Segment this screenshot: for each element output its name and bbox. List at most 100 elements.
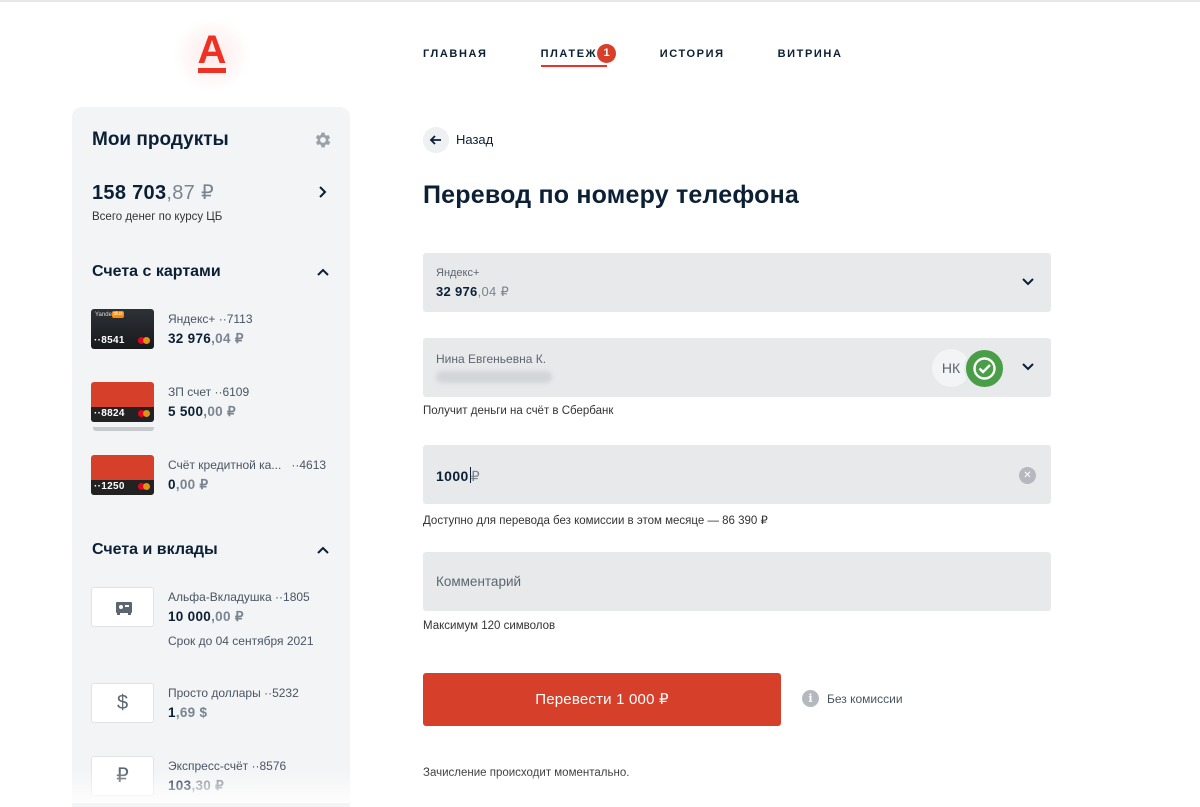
- balance-frac: ,00: [211, 609, 231, 624]
- page-title: Перевод по номеру телефона: [423, 181, 800, 209]
- recipient-phone-masked: [436, 371, 552, 383]
- alfa-logo[interactable]: А: [192, 30, 232, 76]
- card-thumbnail: Yandex plus ··8541: [91, 309, 154, 349]
- mastercard-icon: [138, 410, 150, 417]
- chevron-right-icon[interactable]: [316, 184, 330, 200]
- comment-field[interactable]: Комментарий: [423, 552, 1051, 611]
- chevron-up-icon[interactable]: [316, 266, 330, 278]
- account-suffix: ··1805: [275, 590, 310, 604]
- source-account-balance: 32 976,04 ₽: [436, 284, 509, 300]
- fee-label: Без комиссии: [827, 692, 903, 706]
- balance-int: 32 976: [436, 284, 478, 299]
- account-name: ЗП счет ··6109: [168, 385, 249, 399]
- account-balance: 5 500,00 ₽: [168, 404, 236, 420]
- account-suffix: ··6109: [214, 385, 250, 399]
- card-stack-shadow: [93, 427, 154, 431]
- account-suffix: ··8576: [251, 759, 287, 773]
- payments-count-badge: 1: [597, 44, 616, 63]
- deposits-section-title: Счета и вклады: [92, 541, 218, 558]
- balance-int: 0: [168, 477, 176, 492]
- card-thumbnail: ··8824: [91, 382, 154, 422]
- account-name: Яндекс+ ··7113: [168, 312, 253, 326]
- account-suffix: ··7113: [218, 312, 253, 326]
- amount-input[interactable]: 1000 ₽ ✕: [423, 445, 1051, 504]
- balance-int: 32 976: [168, 331, 212, 346]
- balance-frac: ,30: [191, 778, 212, 793]
- cards-section-title: Счета с картами: [92, 263, 221, 280]
- transfer-button[interactable]: Перевести 1 000 ₽: [423, 673, 781, 726]
- account-name-text: Альфа-Вкладушка: [168, 590, 272, 604]
- recipient-name: Нина Евгеньевна К.: [436, 352, 547, 366]
- amount-number: 1000: [436, 468, 469, 484]
- account-suffix: ··5232: [264, 686, 299, 700]
- account-name-text: ЗП счет: [168, 385, 212, 399]
- balance-currency: ₽: [211, 778, 225, 793]
- balance-currency: ₽: [230, 609, 244, 624]
- amount-currency: ₽: [470, 468, 481, 484]
- mastercard-icon: [138, 337, 150, 344]
- dollar-icon: $: [91, 683, 154, 723]
- amount-limit-hint: Доступно для перевода без комиссии в это…: [423, 515, 768, 527]
- card-number: ··8541: [94, 335, 125, 346]
- arrow-left-icon: [429, 135, 441, 145]
- chevron-down-icon: [1022, 278, 1034, 286]
- logo-underline: [198, 68, 226, 73]
- recipient-bank-hint: Получит деньги на счёт в Сбербанк: [423, 405, 614, 417]
- total-frac: ,87: [166, 182, 196, 204]
- balance-currency: ₽: [230, 331, 244, 346]
- balance-frac: ,00: [203, 404, 223, 419]
- recipient-select[interactable]: Нина Евгеньевна К. НК: [423, 338, 1051, 397]
- balance-int: 5 500: [168, 404, 204, 419]
- balance-frac: ,00: [175, 477, 196, 492]
- mastercard-icon: [138, 483, 150, 490]
- balance-frac: ,69: [175, 705, 196, 720]
- account-name-text: Яндекс+: [168, 312, 216, 326]
- ruble-icon: ₽: [91, 756, 154, 796]
- chevron-up-icon[interactable]: [316, 544, 330, 556]
- source-account-select[interactable]: Яндекс+ 32 976,04 ₽: [423, 253, 1051, 312]
- deposit-term: Срок до 04 сентября 2021: [168, 634, 314, 648]
- sberbank-logo-icon: [964, 348, 1005, 389]
- back-button[interactable]: [423, 127, 449, 153]
- card-number: ··8824: [94, 408, 125, 419]
- back-link[interactable]: Назад: [456, 132, 493, 147]
- logo-letter: А: [197, 28, 227, 72]
- account-name-text: Счёт кредитной ка...: [168, 458, 282, 472]
- account-name-text: Экспресс-счёт: [168, 759, 249, 773]
- chevron-down-icon: [1022, 363, 1034, 371]
- nav-item-history[interactable]: ИСТОРИЯ: [660, 44, 725, 64]
- total-caption: Всего денег по курсу ЦБ: [92, 211, 223, 223]
- safe-icon: [91, 587, 154, 627]
- balance-int: 10 000: [168, 609, 212, 624]
- account-name: Экспресс-счёт ··8576: [168, 759, 286, 773]
- comment-limit-hint: Максимум 120 символов: [423, 620, 556, 632]
- balance-currency: $: [195, 705, 208, 720]
- source-account-label: Яндекс+: [436, 267, 480, 279]
- nav-item-main[interactable]: ГЛАВНАЯ: [423, 44, 488, 64]
- info-icon[interactable]: i: [802, 690, 819, 707]
- balance-int: 103: [168, 778, 192, 793]
- balance-currency: ₽: [195, 477, 209, 492]
- balance-frac: ,04: [211, 331, 231, 346]
- account-balance: 103,30 ₽: [168, 778, 224, 794]
- total-balance: 158 703,87 ₽: [92, 180, 214, 205]
- clear-icon[interactable]: ✕: [1019, 467, 1036, 484]
- account-name-text: Просто доллары: [168, 686, 261, 700]
- gear-icon[interactable]: [313, 130, 333, 150]
- card-thumbnail: ··1250: [91, 455, 154, 495]
- footer-note: Зачисление происходит моментально.: [423, 767, 630, 779]
- sidebar-title: Мои продукты: [92, 129, 229, 150]
- nav-item-showcase[interactable]: ВИТРИНА: [778, 44, 843, 64]
- card-plus-badge: plus: [112, 311, 124, 318]
- account-balance: 1,69 $: [168, 705, 207, 720]
- card-number: ··1250: [94, 481, 125, 492]
- account-name: Просто доллары ··5232: [168, 686, 299, 700]
- account-name: Альфа-Вкладушка ··1805: [168, 590, 310, 604]
- balance-int: 1: [168, 705, 176, 720]
- account-balance: 10 000,00 ₽: [168, 609, 244, 625]
- amount-value: 1000 ₽: [436, 467, 480, 485]
- comment-placeholder: Комментарий: [436, 574, 522, 589]
- account-suffix: ··4613: [291, 458, 327, 472]
- products-sidebar: Мои продукты 158 703,87 ₽ Всего денег по…: [72, 107, 350, 807]
- balance-frac: ,04: [477, 284, 497, 299]
